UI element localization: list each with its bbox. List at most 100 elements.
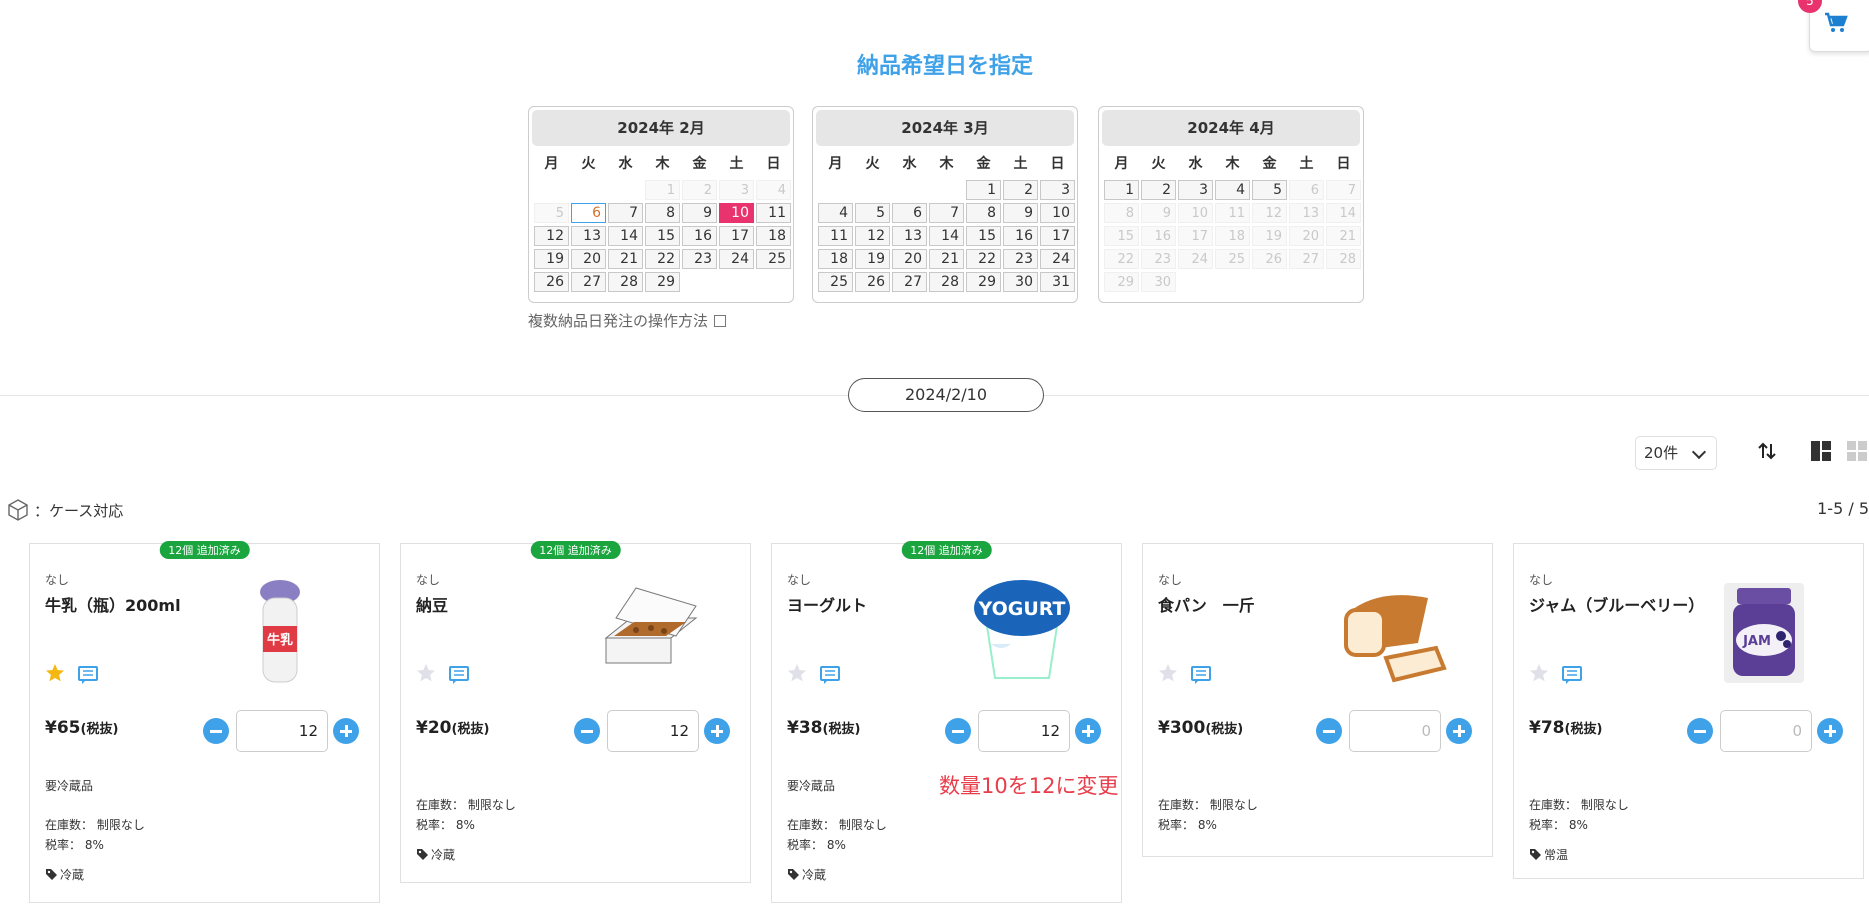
product-name[interactable]: 食パン 一斤 [1158,592,1255,616]
calendar-day[interactable]: 22 [966,249,1001,269]
calendar-day[interactable]: 15 [645,226,680,246]
calendar-day[interactable]: 18 [818,249,853,269]
comment-icon[interactable] [820,665,840,685]
quantity-plus-button[interactable] [1075,718,1101,744]
calendar-day[interactable]: 9 [682,203,717,223]
product-card[interactable]: 12個 追加済み なし 牛乳（瓶）200ml 牛乳 ¥65(税抜) 12 要冷蔵品 在庫数： … [29,541,380,903]
calendar-day[interactable]: 1 [966,180,1001,200]
quantity-input[interactable]: 12 [236,710,328,752]
calendar-day[interactable]: 28 [608,272,643,292]
calendar-day[interactable]: 31 [1040,272,1075,292]
calendar-day[interactable]: 2 [1141,180,1176,200]
calendar-day[interactable]: 10 [1040,203,1075,223]
calendar-day[interactable]: 6 [892,203,927,223]
quantity-plus-button[interactable] [333,718,359,744]
calendar-day[interactable]: 17 [1040,226,1075,246]
calendar-day[interactable]: 22 [645,249,680,269]
quantity-minus-button[interactable] [1687,718,1713,744]
calendar-day[interactable]: 4 [818,203,853,223]
calendar-day[interactable]: 18 [756,226,791,246]
calendar-day[interactable]: 25 [756,249,791,269]
calendar-day[interactable]: 17 [719,226,754,246]
calendar-day[interactable]: 21 [608,249,643,269]
star-icon[interactable] [416,663,436,683]
comment-icon[interactable] [449,665,469,685]
calendar-day[interactable]: 19 [855,249,890,269]
calendar-day[interactable]: 5 [855,203,890,223]
calendar-day[interactable]: 5 [1252,180,1287,200]
quantity-minus-button[interactable] [1316,718,1342,744]
quantity-plus-button[interactable] [704,718,730,744]
quantity-plus-button[interactable] [1817,718,1843,744]
product-name[interactable]: ヨーグルト [787,592,867,616]
quantity-plus-button[interactable] [1446,718,1472,744]
calendar-day[interactable]: 29 [645,272,680,292]
quantity-input[interactable]: 0 [1720,710,1812,752]
calendar-day[interactable]: 23 [1003,249,1038,269]
calendar-day[interactable]: 14 [608,226,643,246]
cart-button[interactable]: 5 [1798,0,1869,52]
calendar-day[interactable]: 23 [682,249,717,269]
product-image[interactable] [596,578,706,688]
calendar-day[interactable]: 25 [818,272,853,292]
product-card[interactable]: 12個 追加済み なし 納豆 ¥20(税抜) 12 在庫数： 制限なし 税率： 8% 冷蔵 [400,541,751,883]
calendar-day[interactable]: 9 [1003,203,1038,223]
calendar-day[interactable]: 8 [645,203,680,223]
calendar-day[interactable]: 24 [719,249,754,269]
star-icon[interactable] [1158,663,1178,683]
quantity-minus-button[interactable] [203,718,229,744]
calendar-day[interactable]: 26 [534,272,569,292]
calendar-day[interactable]: 16 [1003,226,1038,246]
list-view-icon[interactable] [1810,440,1832,462]
sort-icon[interactable] [1756,440,1778,462]
calendar-day[interactable]: 30 [1003,272,1038,292]
calendar-day[interactable]: 26 [855,272,890,292]
calendar-day[interactable]: 10 [719,203,754,223]
calendar-day[interactable]: 14 [929,226,964,246]
calendar-day[interactable]: 6 [571,203,606,223]
calendar-day[interactable]: 19 [534,249,569,269]
selected-date-pill[interactable]: 2024/2/10 [848,378,1044,412]
calendar-day[interactable]: 7 [929,203,964,223]
comment-icon[interactable] [1562,665,1582,685]
calendar-day[interactable]: 3 [1040,180,1075,200]
calendar-day[interactable]: 12 [855,226,890,246]
quantity-minus-button[interactable] [574,718,600,744]
product-image[interactable]: JAM [1709,578,1819,688]
calendar-day[interactable]: 27 [571,272,606,292]
product-image[interactable]: 牛乳 [225,578,335,688]
star-icon[interactable] [1529,663,1549,683]
calendar-day[interactable]: 13 [571,226,606,246]
calendar-day[interactable]: 16 [682,226,717,246]
calendar-day[interactable]: 11 [756,203,791,223]
quantity-input[interactable]: 12 [607,710,699,752]
product-image[interactable] [1338,578,1448,688]
quantity-input[interactable]: 12 [978,710,1070,752]
grid-view-icon[interactable] [1846,440,1868,462]
star-icon[interactable] [787,663,807,683]
calendar-day[interactable]: 11 [818,226,853,246]
product-card[interactable]: 12個 追加済み なし ヨーグルト YOGURT ¥38(税抜) 12 要冷蔵品 数量10を1… [771,541,1122,903]
calendar-day[interactable]: 20 [892,249,927,269]
calendar-day[interactable]: 13 [892,226,927,246]
calendar-day[interactable]: 3 [1178,180,1213,200]
product-name[interactable]: 牛乳（瓶）200ml [45,592,181,616]
product-image[interactable]: YOGURT [967,578,1077,688]
calendar-day[interactable]: 15 [966,226,1001,246]
comment-icon[interactable] [1191,665,1211,685]
per-page-select[interactable]: 20件 [1635,436,1717,470]
calendar-day[interactable]: 27 [892,272,927,292]
product-name[interactable]: ジャム（ブルーベリー） [1529,592,1704,616]
quantity-minus-button[interactable] [945,718,971,744]
comment-icon[interactable] [78,665,98,685]
calendar-day[interactable]: 24 [1040,249,1075,269]
calendar-day[interactable]: 29 [966,272,1001,292]
calendar-day[interactable]: 20 [571,249,606,269]
star-icon[interactable] [45,663,65,683]
product-name[interactable]: 納豆 [416,592,448,616]
product-card[interactable]: なし 食パン 一斤 ¥300(税抜) 0 在庫数： 制限なし 税率： 8% [1142,543,1493,857]
multi-delivery-help-link[interactable]: 複数納品日発注の操作方法 [528,310,727,331]
quantity-input[interactable]: 0 [1349,710,1441,752]
calendar-day[interactable]: 4 [1215,180,1250,200]
calendar-day[interactable]: 28 [929,272,964,292]
